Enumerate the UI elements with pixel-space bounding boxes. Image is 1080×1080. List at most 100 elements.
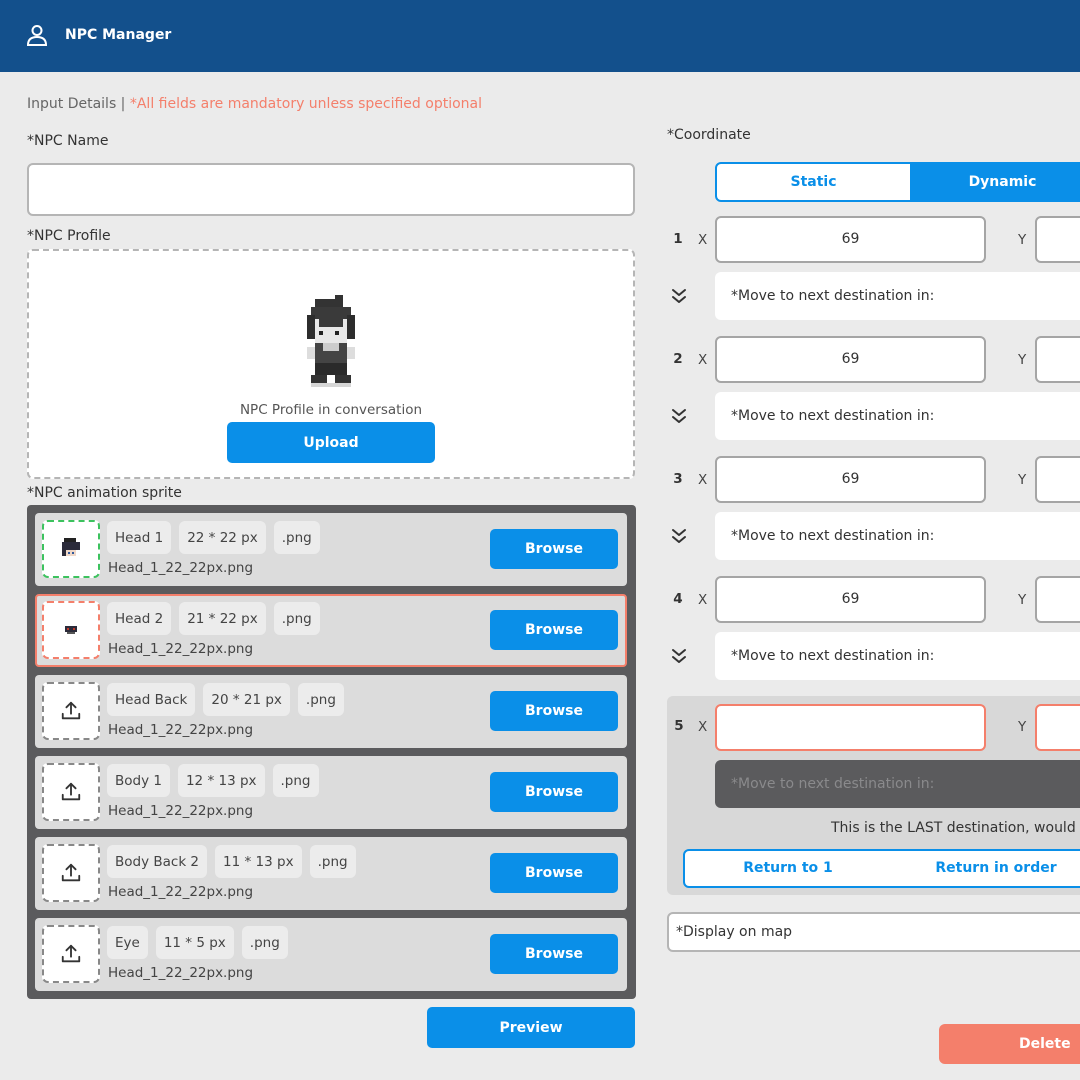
last-destination-note: This is the LAST destination, would xyxy=(831,820,1076,836)
user-icon xyxy=(26,25,48,46)
x-axis-label: X xyxy=(698,719,708,735)
sprite-ext-chip: .png xyxy=(272,764,319,797)
move-to-next-destination-field[interactable]: *Move to next destination in: xyxy=(715,392,1080,440)
x-axis-label: X xyxy=(698,352,708,368)
input-details-label: Input Details | xyxy=(27,96,126,112)
return-to-1-option[interactable]: Return to 1 xyxy=(685,851,891,886)
return-mode-toggle: Return to 1 Return in order xyxy=(683,849,1080,888)
sprite-part-chip: Eye xyxy=(107,926,148,959)
sprite-row: Head 1 22 * 22 px .png Head_1_22_22px.pn… xyxy=(35,513,627,586)
sprite-filename: Head_1_22_22px.png xyxy=(108,884,254,900)
chevrons-down-icon xyxy=(672,289,686,303)
upload-icon xyxy=(61,701,81,720)
upload-icon xyxy=(61,782,81,801)
sprite-filename: Head_1_22_22px.png xyxy=(108,803,254,819)
point-number: 1 xyxy=(673,231,683,247)
move-to-next-destination-field-disabled: *Move to next destination in: xyxy=(715,760,1080,808)
sprite-size-chip: 20 * 21 px xyxy=(203,683,290,716)
sprite-filename: Head_1_22_22px.png xyxy=(108,722,254,738)
y-coordinate-input[interactable] xyxy=(1035,336,1080,383)
y-coordinate-input[interactable] xyxy=(1035,576,1080,623)
y-coordinate-input[interactable] xyxy=(1035,216,1080,263)
x-coordinate-input[interactable]: 69 xyxy=(715,336,986,383)
mandatory-note: *All fields are mandatory unless specifi… xyxy=(129,96,482,112)
sprite-row: Head 2 21 * 22 px .png Head_1_22_22px.pn… xyxy=(35,594,627,667)
x-coordinate-input[interactable]: 69 xyxy=(715,216,986,263)
app-title: NPC Manager xyxy=(65,27,172,43)
move-to-next-destination-field[interactable]: *Move to next destination in: xyxy=(715,632,1080,680)
chevrons-down-icon xyxy=(672,409,686,423)
display-on-map-field[interactable]: *Display on map xyxy=(667,912,1080,952)
sprite-row: Body 1 12 * 13 px .png Head_1_22_22px.pn… xyxy=(35,756,627,829)
sprite-row: Head Back 20 * 21 px .png Head_1_22_22px… xyxy=(35,675,627,748)
y-axis-label: Y xyxy=(1018,719,1027,735)
point-number: 4 xyxy=(673,591,683,607)
delete-button[interactable]: Delete xyxy=(939,1024,1080,1064)
upload-icon xyxy=(61,944,81,963)
sprite-row: Body Back 2 11 * 13 px .png Head_1_22_22… xyxy=(35,837,627,910)
sprite-size-chip: 22 * 22 px xyxy=(179,521,266,554)
move-to-next-destination-field[interactable]: *Move to next destination in: xyxy=(715,272,1080,320)
y-coordinate-input[interactable] xyxy=(1035,704,1080,751)
sprite-part-chip: Head 1 xyxy=(107,521,172,554)
sprite-filename: Head_1_22_22px.png xyxy=(108,560,254,576)
sprite-ext-chip: .png xyxy=(273,602,320,635)
npc-sprite-label: *NPC animation sprite xyxy=(27,485,182,501)
return-in-order-option[interactable]: Return in order xyxy=(891,851,1080,886)
y-coordinate-input[interactable] xyxy=(1035,456,1080,503)
sprite-row: Eye 11 * 5 px .png Head_1_22_22px.png Br… xyxy=(35,918,627,991)
sprite-ext-chip: .png xyxy=(273,521,320,554)
sprite-thumbnail[interactable] xyxy=(42,925,100,983)
y-axis-label: Y xyxy=(1018,592,1027,608)
browse-button[interactable]: Browse xyxy=(490,529,618,569)
sprite-ext-chip: .png xyxy=(241,926,288,959)
sprite-ext-chip: .png xyxy=(297,683,344,716)
sprite-part-chip: Head 2 xyxy=(107,602,172,635)
preview-button[interactable]: Preview xyxy=(427,1007,635,1048)
x-axis-label: X xyxy=(698,472,708,488)
input-details-heading: Input Details | *All fields are mandator… xyxy=(27,96,482,112)
coordinate-mode-toggle: Static Dynamic xyxy=(715,162,1080,202)
sprite-thumbnail[interactable] xyxy=(42,682,100,740)
browse-button[interactable]: Browse xyxy=(490,853,618,893)
sprite-part-chip: Body 1 xyxy=(107,764,170,797)
x-coordinate-input[interactable]: 69 xyxy=(715,456,986,503)
sprite-size-chip: 21 * 22 px xyxy=(179,602,266,635)
npc-profile-image xyxy=(307,295,355,387)
npc-profile-dropzone[interactable]: NPC Profile in conversation Upload xyxy=(27,249,635,479)
x-coordinate-input[interactable]: 69 xyxy=(715,576,986,623)
sprite-thumbnail[interactable] xyxy=(42,844,100,902)
point-number: 2 xyxy=(673,351,683,367)
x-axis-label: X xyxy=(698,232,708,248)
sprite-thumbnail[interactable] xyxy=(42,520,100,578)
head-sprite-image xyxy=(65,626,77,634)
top-bar: NPC Manager xyxy=(0,0,1080,72)
npc-profile-label: *NPC Profile xyxy=(27,228,111,244)
sprite-filename: Head_1_22_22px.png xyxy=(108,641,254,657)
move-to-next-destination-field[interactable]: *Move to next destination in: xyxy=(715,512,1080,560)
static-mode-option[interactable]: Static xyxy=(717,164,910,200)
sprite-ext-chip: .png xyxy=(309,845,356,878)
npc-name-label: *NPC Name xyxy=(27,133,109,149)
sprite-part-chip: Head Back xyxy=(107,683,196,716)
browse-button[interactable]: Browse xyxy=(490,691,618,731)
x-coordinate-input[interactable] xyxy=(715,704,986,751)
sprite-part-chip: Body Back 2 xyxy=(107,845,208,878)
sprite-size-chip: 12 * 13 px xyxy=(177,764,265,797)
y-axis-label: Y xyxy=(1018,232,1027,248)
upload-button[interactable]: Upload xyxy=(227,422,435,463)
upload-icon xyxy=(61,863,81,882)
y-axis-label: Y xyxy=(1018,352,1027,368)
sprite-thumbnail[interactable] xyxy=(42,601,100,659)
sprite-size-chip: 11 * 13 px xyxy=(215,845,302,878)
npc-name-input[interactable] xyxy=(27,163,635,216)
x-axis-label: X xyxy=(698,592,708,608)
dynamic-mode-option[interactable]: Dynamic xyxy=(910,164,1080,200)
browse-button[interactable]: Browse xyxy=(490,772,618,812)
sprite-list: Head 1 22 * 22 px .png Head_1_22_22px.pn… xyxy=(27,505,636,999)
sprite-thumbnail[interactable] xyxy=(42,763,100,821)
y-axis-label: Y xyxy=(1018,472,1027,488)
browse-button[interactable]: Browse xyxy=(490,934,618,974)
point-number: 5 xyxy=(674,718,684,734)
browse-button[interactable]: Browse xyxy=(490,610,618,650)
